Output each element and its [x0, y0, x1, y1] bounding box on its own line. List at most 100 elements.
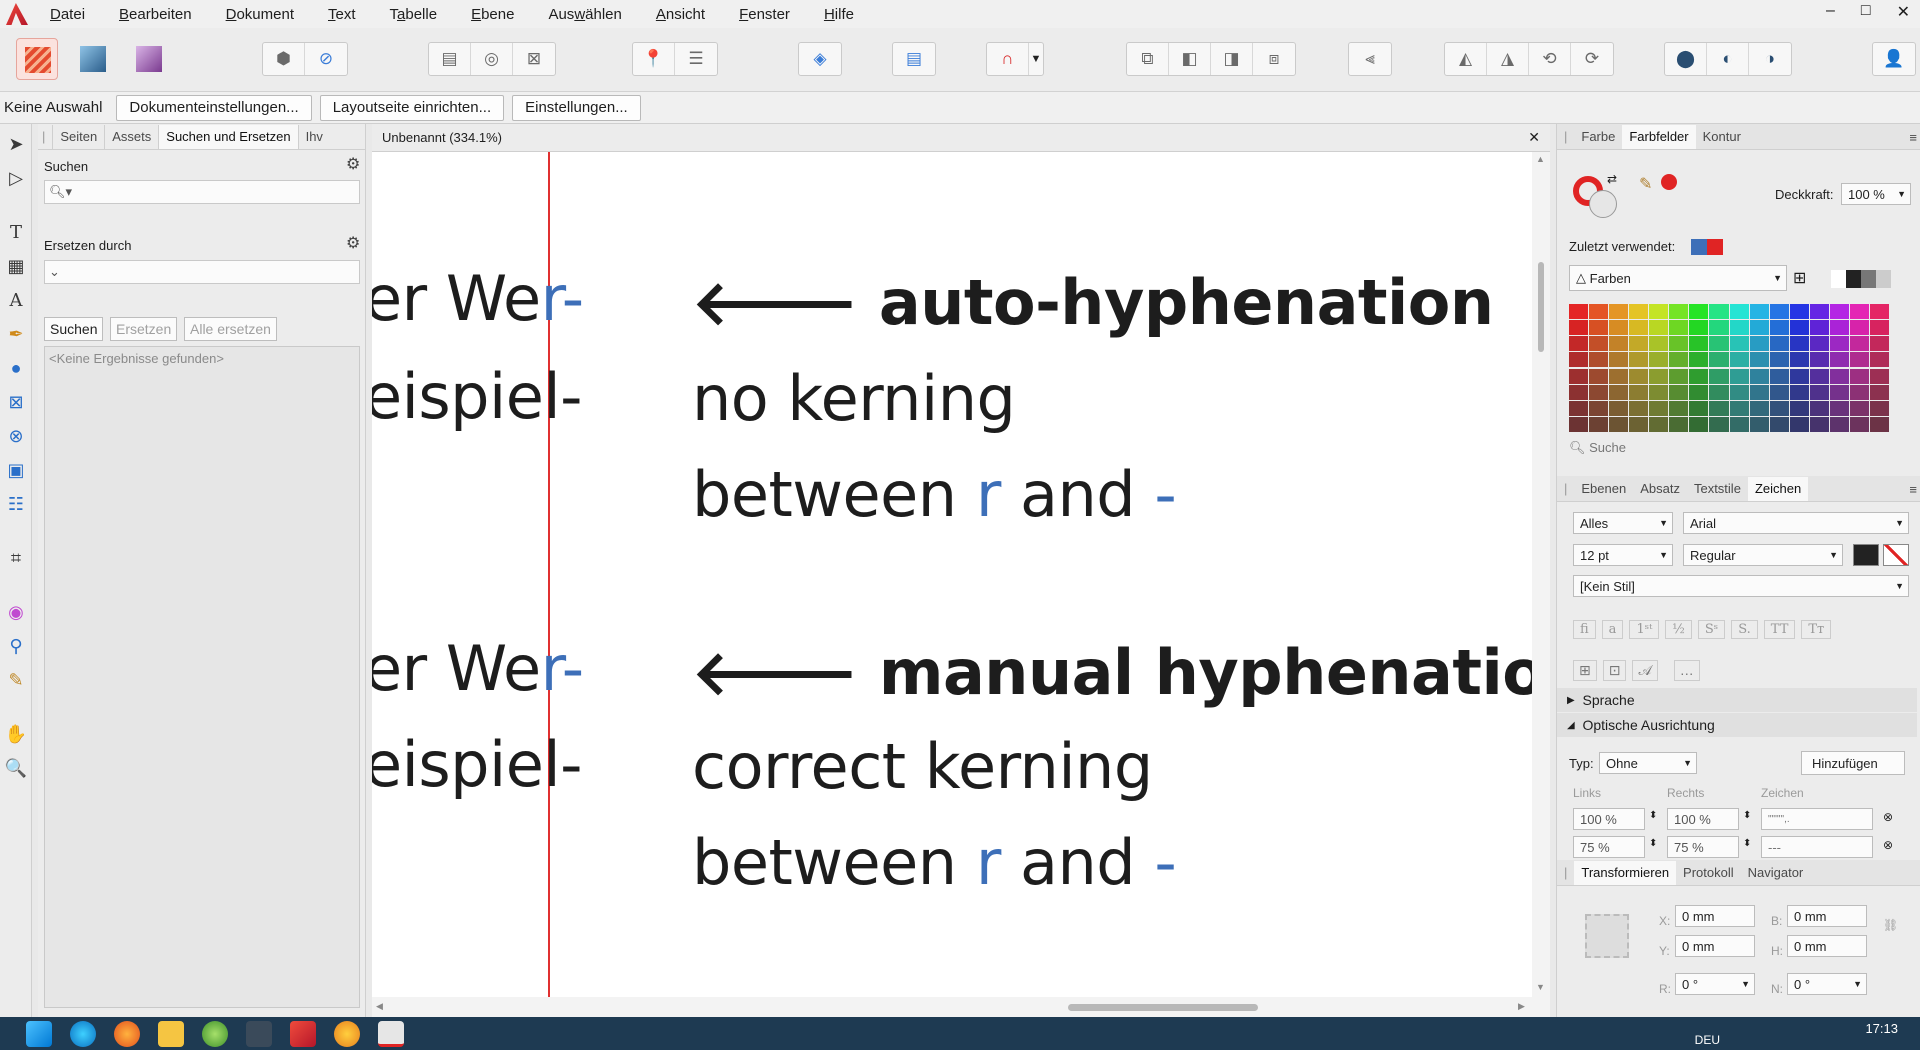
snapping-magnet-icon[interactable]: ∩ — [987, 43, 1029, 75]
monochrome-swatches[interactable] — [1831, 270, 1891, 288]
menu-hilfe[interactable]: Hilfe — [824, 6, 854, 23]
menu-ebene[interactable]: Ebene — [471, 6, 514, 23]
edge-browser-icon[interactable] — [70, 1020, 96, 1047]
user-account-icon[interactable]: 👤 — [1873, 43, 1915, 75]
color-swatch[interactable] — [1869, 368, 1889, 384]
color-swatch[interactable] — [1629, 320, 1649, 336]
align-left-icon[interactable]: ⫷ — [1349, 43, 1391, 75]
color-swatch[interactable] — [1689, 320, 1709, 336]
color-swatch[interactable] — [1849, 352, 1869, 368]
color-swatch[interactable] — [1709, 352, 1729, 368]
document-canvas[interactable]: er Wer- eispiel- 🡐 auto-hyphenation no k… — [372, 152, 1532, 997]
color-swatch[interactable] — [1849, 320, 1869, 336]
color-swatch[interactable] — [1769, 368, 1789, 384]
color-swatch[interactable] — [1709, 416, 1729, 432]
color-swatch[interactable] — [1589, 384, 1609, 400]
color-swatch[interactable] — [1729, 368, 1749, 384]
tab-assets[interactable]: Assets — [105, 125, 160, 149]
move-tool-icon[interactable]: ➤ — [4, 132, 28, 156]
column-guides-icon[interactable]: ▤ — [893, 43, 935, 75]
preferences-button[interactable]: Einstellungen... — [512, 94, 641, 121]
color-swatch[interactable] — [1809, 400, 1829, 416]
tab-ebenen[interactable]: Ebenen — [1574, 477, 1633, 501]
no-snap-icon[interactable]: ⊘ — [305, 43, 347, 75]
remove-row-icon[interactable]: ⊗ — [1883, 810, 1893, 824]
hand-tool-icon[interactable]: ✋ — [4, 722, 28, 746]
color-swatch[interactable] — [1709, 336, 1729, 352]
height-field[interactable]: 0 mm — [1787, 935, 1867, 957]
tab-suchen-ersetzen[interactable]: Suchen und Ersetzen — [159, 125, 299, 149]
color-swatch[interactable] — [1589, 400, 1609, 416]
color-swatch[interactable] — [1729, 336, 1749, 352]
chars-value-row1[interactable]: """'",. — [1761, 808, 1873, 830]
node-tool-icon[interactable]: ▷ — [4, 166, 28, 190]
x-position-field[interactable]: 0 mm — [1675, 905, 1755, 927]
artistic-text-tool-icon[interactable]: A — [4, 288, 28, 312]
right-value-row2[interactable]: 75 % — [1667, 836, 1739, 858]
panel-menu-icon[interactable]: ≡ — [1909, 482, 1917, 497]
ellipse-frame-tool-icon[interactable]: ⊗ — [4, 424, 28, 448]
tab-kontur[interactable]: Kontur — [1696, 125, 1748, 149]
color-swatch[interactable] — [1789, 368, 1809, 384]
preview-mode-icon[interactable]: ◈ — [799, 43, 841, 75]
color-swatch[interactable] — [1669, 400, 1689, 416]
stroke-color-icon[interactable] — [1589, 190, 1617, 218]
tab-seiten[interactable]: Seiten — [53, 125, 106, 149]
tab-ihv[interactable]: Ihv — [299, 125, 330, 149]
color-swatch[interactable] — [1869, 400, 1889, 416]
color-swatch[interactable] — [1629, 416, 1649, 432]
color-swatch[interactable] — [1669, 304, 1689, 319]
menu-bearbeiten[interactable]: Bearbeiten — [119, 6, 192, 23]
close-window-icon[interactable]: ✕ — [1897, 2, 1910, 22]
glyph-frame-icon[interactable]: ⊡ — [1602, 660, 1627, 681]
color-swatch[interactable] — [1569, 304, 1589, 319]
search-input[interactable]: 🔍︎▾ — [44, 180, 360, 204]
color-swatch[interactable] — [1869, 304, 1889, 319]
color-swatch[interactable] — [1729, 352, 1749, 368]
color-swatch[interactable] — [1569, 336, 1589, 352]
text-wrap-icon[interactable]: ☰ — [675, 43, 717, 75]
color-swatch[interactable] — [1789, 400, 1809, 416]
color-swatch[interactable] — [1829, 352, 1849, 368]
color-swatch[interactable] — [1689, 368, 1709, 384]
color-swatch[interactable] — [1769, 352, 1789, 368]
chars-value-row2[interactable]: --- — [1761, 836, 1873, 858]
color-swatch[interactable] — [1689, 336, 1709, 352]
replace-all-button[interactable]: Alle ersetzen — [184, 317, 277, 341]
firefox-icon[interactable] — [114, 1020, 140, 1047]
eyedropper-icon[interactable]: ✎ — [1639, 174, 1652, 194]
remove-row-icon[interactable]: ⊗ — [1883, 838, 1893, 852]
text-fill-color-swatch[interactable] — [1853, 544, 1879, 566]
font-size-dropdown[interactable]: 12 pt ▼ — [1573, 544, 1673, 566]
color-swatch[interactable] — [1669, 416, 1689, 432]
anchor-point-selector[interactable] — [1585, 914, 1629, 958]
color-swatch[interactable] — [1709, 384, 1729, 400]
color-swatch[interactable] — [1649, 352, 1669, 368]
color-swatch[interactable] — [1789, 336, 1809, 352]
color-swatch[interactable] — [1649, 304, 1669, 319]
language-indicator[interactable]: DEU — [1695, 1033, 1720, 1047]
move-back-one-icon[interactable]: ◧ — [1169, 43, 1211, 75]
superscript-icon[interactable]: Sˢ — [1697, 620, 1726, 639]
tab-farbe[interactable]: Farbe — [1574, 125, 1622, 149]
color-swatch[interactable] — [1609, 368, 1629, 384]
color-swatch[interactable] — [1629, 384, 1649, 400]
color-swatch[interactable] — [1609, 320, 1629, 336]
left-value-row2[interactable]: 75 % — [1573, 836, 1645, 858]
color-swatch[interactable] — [1609, 416, 1629, 432]
chevron-down-icon[interactable]: ▼ — [1029, 43, 1043, 75]
color-swatch[interactable] — [1689, 384, 1709, 400]
scroll-left-icon[interactable]: ◀ — [376, 1001, 383, 1012]
color-swatch[interactable] — [1849, 368, 1869, 384]
horizontal-scrollbar[interactable]: ◀ ▶ — [372, 997, 1550, 1017]
color-swatch[interactable] — [1609, 304, 1629, 319]
color-swatch[interactable] — [1829, 320, 1849, 336]
color-swatch[interactable] — [1749, 320, 1769, 336]
add-button[interactable]: Hinzufügen — [1801, 751, 1905, 775]
color-swatch[interactable] — [1769, 416, 1789, 432]
color-swatch[interactable] — [1849, 400, 1869, 416]
menu-text[interactable]: Text — [328, 6, 356, 23]
color-swatch[interactable] — [1809, 384, 1829, 400]
color-swatch[interactable] — [1649, 416, 1669, 432]
move-to-back-icon[interactable]: ⧉ — [1127, 43, 1169, 75]
